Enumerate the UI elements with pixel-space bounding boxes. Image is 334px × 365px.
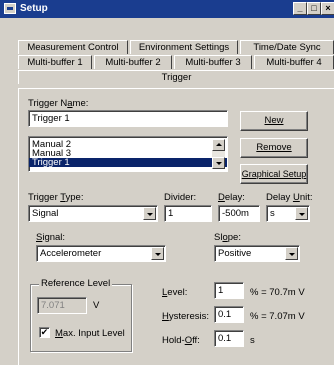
reference-level-unit: V	[93, 300, 100, 311]
chevron-down-icon[interactable]	[295, 207, 308, 220]
tab-multi-buffer-1[interactable]: Multi-buffer 1	[18, 55, 92, 69]
level-label: Level:	[162, 287, 188, 298]
reference-level-legend: Reference Level	[39, 278, 113, 289]
hold-off-label: Hold-Off:	[162, 335, 200, 346]
chevron-down-icon[interactable]	[285, 247, 298, 260]
tab-multi-buffer-4[interactable]: Multi-buffer 4	[254, 55, 334, 69]
tab-multi-buffer-3[interactable]: Multi-buffer 3	[174, 55, 252, 69]
trigger-name-label: Trigger Name:	[28, 98, 89, 109]
delay-label: Delay:	[218, 192, 245, 203]
trigger-type-label: Trigger Type:	[28, 192, 84, 203]
tab-row-middle: Multi-buffer 1 Multi-buffer 2 Multi-buff…	[18, 55, 334, 69]
remove-button-label: Remove	[256, 142, 292, 153]
remove-button[interactable]: Remove	[240, 138, 308, 158]
delay-unit-select[interactable]: s	[266, 205, 310, 222]
divider-input[interactable]: 1	[164, 205, 212, 222]
hysteresis-input[interactable]: 0.1	[214, 306, 244, 323]
scroll-up-icon[interactable]	[212, 139, 225, 151]
scroll-down-icon[interactable]	[212, 157, 225, 169]
new-button-label: New	[264, 115, 284, 126]
tab-multi-buffer-2[interactable]: Multi-buffer 2	[94, 55, 172, 69]
chevron-down-icon[interactable]	[151, 247, 164, 260]
max-input-label: Max. Input Level	[55, 328, 125, 339]
tab-environment-settings[interactable]: Environment Settings	[130, 40, 238, 54]
graphical-setup-label: Graphical Setup	[241, 169, 307, 179]
tab-row-back: Measurement Control Environment Settings…	[18, 40, 334, 54]
tab-measurement-control[interactable]: Measurement Control	[18, 40, 128, 54]
hold-off-unit: s	[250, 335, 255, 346]
list-scrollbar[interactable]	[212, 139, 225, 169]
level-input[interactable]: 1	[214, 282, 244, 299]
list-item-selected[interactable]: Trigger 1	[29, 158, 227, 167]
trigger-type-select[interactable]: Signal	[28, 205, 158, 222]
level-note: % = 70.7m V	[250, 287, 305, 298]
signal-value: Accelerometer	[40, 248, 102, 259]
trigger-list[interactable]: Manual 2 Manual 3 Trigger 1	[28, 136, 228, 172]
reference-level-group: Reference Level 7.071 V ✔ Max. Input Lev…	[30, 278, 132, 352]
minimize-button[interactable]: _	[293, 2, 307, 15]
hysteresis-note: % = 7.07m V	[250, 311, 305, 322]
delay-unit-label: Delay Unit:	[266, 192, 313, 203]
delay-input[interactable]: -500m	[218, 205, 260, 222]
slope-select[interactable]: Positive	[214, 245, 300, 262]
new-button[interactable]: New	[240, 111, 308, 131]
hold-off-input[interactable]: 0.1	[214, 330, 244, 347]
window-title: Setup	[20, 3, 48, 14]
slope-label: Slope:	[214, 232, 241, 243]
max-input-checkbox[interactable]: ✔	[39, 327, 50, 338]
tab-time-date-sync[interactable]: Time/Date Sync	[240, 40, 334, 54]
title-bar[interactable]: Setup _ □ ×	[0, 0, 334, 18]
maximize-button[interactable]: □	[307, 2, 321, 15]
tab-trigger[interactable]: Trigger	[18, 70, 334, 84]
app-icon	[4, 3, 16, 14]
signal-select[interactable]: Accelerometer	[36, 245, 166, 262]
trigger-name-input[interactable]: Trigger 1	[28, 110, 228, 127]
slope-value: Positive	[218, 248, 252, 259]
chevron-down-icon[interactable]	[143, 207, 156, 220]
delay-unit-value: s	[270, 208, 275, 219]
hysteresis-label: Hysteresis:	[162, 311, 209, 322]
divider-label: Divider:	[164, 192, 197, 203]
reference-level-input[interactable]: 7.071	[37, 297, 87, 314]
close-button[interactable]: ×	[321, 2, 334, 15]
signal-label: Signal:	[36, 232, 66, 243]
tab-row-front: Trigger	[18, 70, 334, 84]
graphical-setup-button[interactable]: Graphical Setup	[240, 164, 308, 184]
setup-window: Setup _ □ × Measurement Control Environm…	[0, 0, 334, 365]
trigger-type-value: Signal	[32, 208, 59, 219]
